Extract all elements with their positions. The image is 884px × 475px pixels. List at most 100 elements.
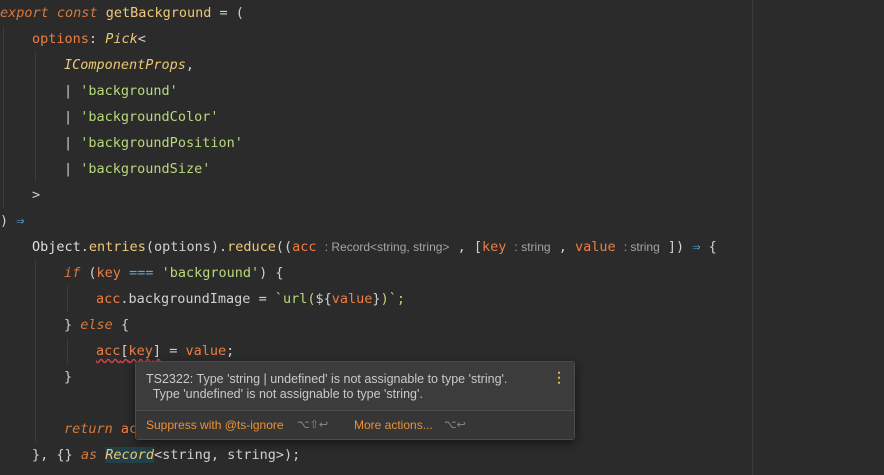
union-pipe: | [64,161,73,177]
code-line-11: if (key === 'background') { [64,260,284,286]
code-line-6: | 'backgroundPosition' [64,130,243,156]
dot: . [80,239,89,255]
template-text: url( [283,291,316,307]
arrow-operator: ⇒ [16,213,25,229]
paren-close: ) [0,213,9,229]
string-literal: 'background' [161,265,260,281]
comma: , [558,239,567,255]
identifier-object: Object [32,239,81,255]
paren-close: ) { [259,265,284,281]
code-line-7: | 'backgroundSize' [64,156,210,182]
comma: , [457,239,466,255]
template-tick: ` [274,291,283,307]
error-message-line-2: Type 'undefined' is not assignable to ty… [146,387,423,401]
method-reduce: reduce [227,239,276,255]
operator-assign: = [258,291,267,307]
more-actions-shortcut: ⌥↩ [444,419,466,431]
keyword-return: return [64,421,113,437]
string-literal: 'backgroundPosition' [80,135,243,151]
code-editor[interactable]: export const getBackground = ( options: … [0,0,884,475]
keyword-as: as [80,447,98,463]
template-open: ${ [315,291,332,307]
strict-equal-operator: === [129,265,154,281]
template-close: } [372,291,381,307]
more-actions-action[interactable]: More actions... [354,418,433,432]
error-tooltip-popup: TS2322: Type 'string | undefined' is not… [135,361,575,440]
semicolon: ; [226,343,235,359]
brace-close: } [64,317,73,333]
error-identifier-key[interactable]: key [129,343,153,359]
keyword-export: export [0,5,49,21]
identifier-value: value [331,291,373,307]
inlay-type-hint-acc: : Record<string, string> [324,240,450,254]
inlay-type-hint-value: : string [623,240,660,254]
param-key: key [482,239,507,255]
method-entries: entries [88,239,146,255]
brace-close: }, [32,447,49,463]
inlay-type-hint-key: : string [514,240,551,254]
indent-guide [35,260,36,442]
angle-close: > [32,187,41,203]
empty-object: {} [56,447,73,463]
more-options-icon[interactable]: ⋮ [552,370,566,384]
paren-open: ( [88,265,97,281]
right-margin-guide [752,0,753,475]
error-identifier-acc[interactable]: acc [96,343,120,359]
statement-end: ); [284,447,301,463]
union-pipe: | [64,109,73,125]
string-literal: 'backgroundSize' [80,161,211,177]
keyword-else: else [80,317,113,333]
error-message: TS2322: Type 'string | undefined' is not… [146,372,507,402]
bracket-close: ]) [667,239,685,255]
paren-open: (( [275,239,293,255]
code-line-15: } [64,364,72,390]
keyword-const: const [56,5,98,21]
call-args: (options) [145,239,219,255]
keyword-if: if [64,265,81,281]
code-line-18: }, {} as Record<string, string>); [32,442,300,468]
template-text: ) [380,291,389,307]
code-line-4: | 'background' [64,78,178,104]
error-bracket[interactable]: [ [120,343,128,359]
identifier-value: value [185,343,227,359]
indent-guide [67,338,68,364]
code-line-2: options: Pick< [32,26,146,52]
comma: , [185,57,195,73]
brace-open: { [708,239,717,255]
code-line-8: > [32,182,40,208]
property-backgroundimage: .backgroundImage [120,291,251,307]
code-line-1: export const getBackground = ( [0,0,244,26]
suppress-shortcut: ⌥⇧↩ [297,419,329,431]
angle-open: < [137,31,146,47]
popup-actions-bar: Suppress with @ts-ignore ⌥⇧↩ More action… [136,410,574,439]
code-line-3: IComponentProps, [64,52,194,78]
identifier-key: key [96,265,121,281]
param-acc: acc [292,239,317,255]
brace-close: } [64,369,73,385]
suppress-ts-ignore-action[interactable]: Suppress with @ts-ignore [146,418,284,432]
param-value: value [574,239,616,255]
type-args: <string, string> [154,447,285,463]
paren-open: ( [235,5,244,21]
code-line-17: return ac [64,416,137,442]
type-pick: Pick [105,31,138,47]
code-line-12: acc.backgroundImage = `url(${value})`; [96,286,405,312]
indent-guide [67,286,68,312]
indent-guide [35,52,36,182]
identifier-acc: acc [96,291,121,307]
colon: : [88,31,98,47]
error-bracket[interactable]: ] [153,343,161,359]
code-line-10: Object.entries(options).reduce((acc : Re… [32,234,717,260]
type-icomponentprops: IComponentProps [64,57,186,73]
operator-assign: = [169,343,178,359]
indent-guide [3,26,4,208]
function-name: getBackground [105,5,212,21]
union-pipe: | [64,83,73,99]
bracket-open: [ [473,239,482,255]
code-line-5: | 'backgroundColor' [64,104,218,130]
type-record: Record [105,447,154,463]
brace-open: { [120,317,130,333]
arrow-operator: ⇒ [692,239,701,255]
error-message-line-1: TS2322: Type 'string | undefined' is not… [146,372,508,386]
template-end: `; [388,291,405,307]
